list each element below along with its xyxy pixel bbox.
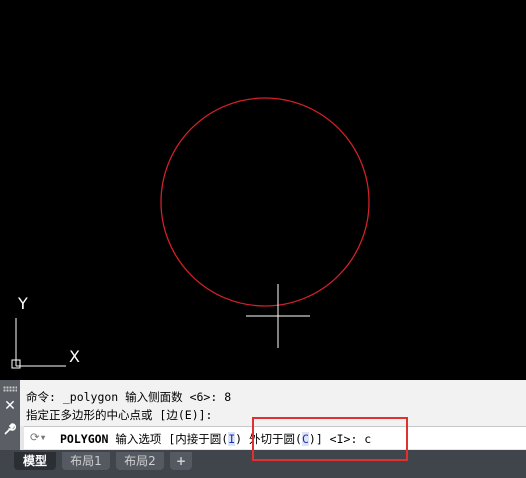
history-line: 命令: _polygon 输入侧面数 <6>: 8 [26,390,232,404]
option-circumscribed[interactable]: 外切于圆(C) [249,432,316,446]
grip-dots-icon[interactable] [3,386,17,392]
command-panel-handle[interactable]: ✕ [0,380,20,450]
command-line-panel: ✕ 命令: _polygon 输入侧面数 <6>: 8 指定正多边形的中心点或 … [0,380,526,450]
ucs-y-label: Y [17,294,28,313]
prompt-suffix: ] <I>: [315,432,365,446]
layout-tab-bar: 模型 布局1 布局2 + [0,450,526,478]
prompt-text: 输入选项 [ [115,432,176,446]
typed-value: c [364,432,372,446]
tab-layout2[interactable]: 布局2 [116,452,164,470]
command-prompt: POLYGON 输入选项 [内接于圆(I) 外切于圆(C)] <I>: c [60,431,371,447]
command-name: POLYGON [60,432,109,446]
add-layout-button[interactable]: + [170,452,192,470]
drawing-canvas[interactable]: Y X [0,0,526,380]
canvas-svg: Y X [11,97,370,369]
command-search-icon[interactable]: ⟳▾ [30,430,47,444]
command-history: 命令: _polygon 输入侧面数 <6>: 8 指定正多边形的中心点或 [边… [20,380,526,426]
ucs-icon [11,318,66,369]
ucs-x-label: X [69,347,80,366]
customize-wrench-icon[interactable] [2,422,18,438]
drawn-circle[interactable] [160,97,370,307]
history-line: 指定正多边形的中心点或 [边(E)]: [26,408,213,422]
crosshair-cursor [246,284,310,348]
tab-model[interactable]: 模型 [14,452,56,470]
command-input[interactable]: ⟳▾ POLYGON 输入选项 [内接于圆(I) 外切于圆(C)] <I>: c [24,426,526,449]
tab-layout1[interactable]: 布局1 [62,452,110,470]
close-icon[interactable]: ✕ [2,398,18,414]
option-inscribed[interactable]: 内接于圆(I) [175,432,242,446]
